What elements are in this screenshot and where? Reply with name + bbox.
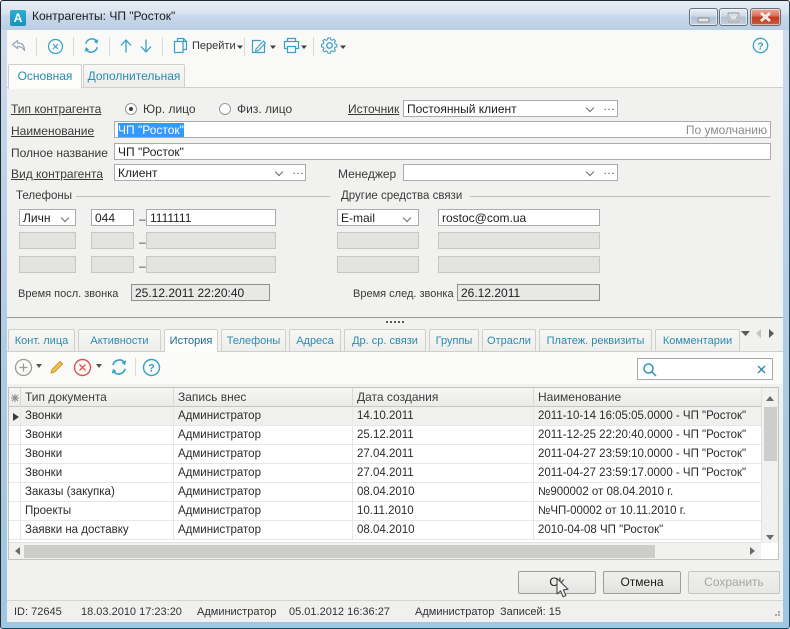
svg-text:?: ? <box>148 363 155 375</box>
svg-text:?: ? <box>757 41 763 53</box>
